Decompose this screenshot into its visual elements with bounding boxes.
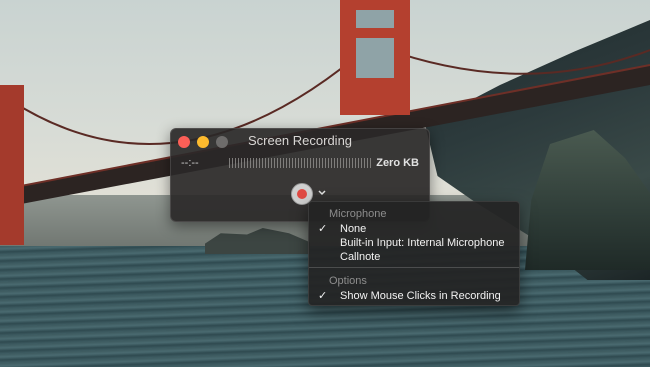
check-icon: ✓ — [318, 223, 328, 235]
file-size: Zero KB — [376, 157, 419, 169]
elapsed-time: --:-- — [181, 157, 199, 169]
check-icon: ✓ — [318, 290, 328, 302]
menu-item-show-mouse-clicks[interactable]: ✓ Show Mouse Clicks in Recording — [309, 289, 519, 303]
menu-heading-options: Options — [329, 275, 367, 287]
bridge-tower-left — [0, 85, 24, 245]
record-icon — [297, 189, 307, 199]
bridge-tower-right — [340, 0, 410, 115]
menu-item-label: Show Mouse Clicks in Recording — [340, 290, 501, 302]
audio-level-meter — [229, 158, 373, 168]
chevron-down-icon[interactable] — [316, 187, 328, 199]
menu-item-label: Callnote — [340, 251, 381, 263]
window-title: Screen Recording — [247, 133, 353, 148]
menu-item-none[interactable]: ✓ None — [309, 222, 519, 236]
menu-separator — [309, 267, 519, 268]
menu-item-label: Built-in Input: Internal Microphone — [340, 237, 505, 249]
options-menu: Microphone ✓ None Built-in Input: Intern… — [308, 201, 520, 306]
menu-item-builtin-input[interactable]: Built-in Input: Internal Microphone — [309, 236, 519, 250]
menu-item-label: None — [340, 223, 367, 235]
menu-heading-microphone: Microphone — [329, 208, 387, 220]
menu-item-callnote[interactable]: Callnote — [309, 250, 519, 264]
